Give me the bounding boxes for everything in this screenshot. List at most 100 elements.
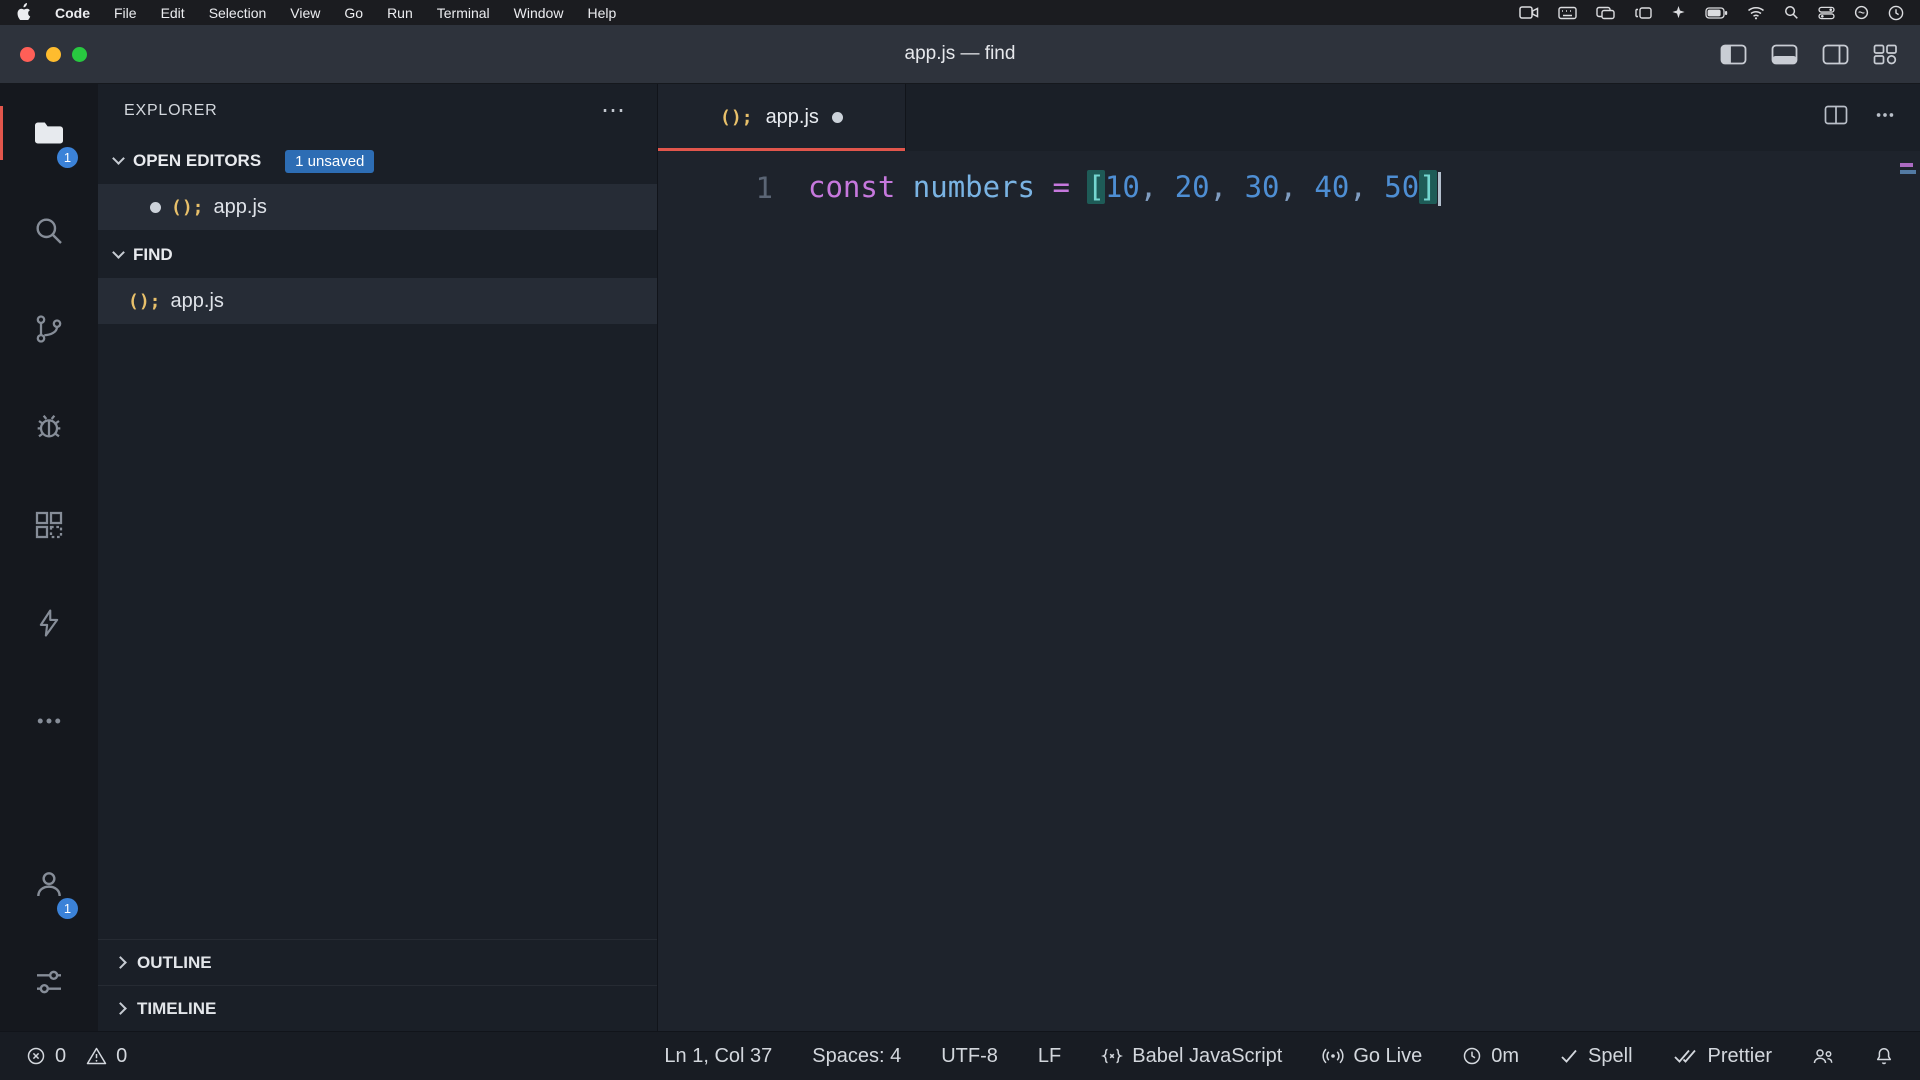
- toggle-primary-sidebar-icon[interactable]: [1720, 44, 1747, 65]
- menu-item-file[interactable]: File: [114, 5, 137, 21]
- people-icon: [1812, 1046, 1834, 1066]
- minimize-window-button[interactable]: [46, 47, 61, 62]
- time-tracker-indicator[interactable]: 0m: [1462, 1045, 1519, 1068]
- wifi-icon[interactable]: [1747, 6, 1765, 20]
- language-mode-indicator[interactable]: Babel JavaScript: [1101, 1045, 1282, 1068]
- minimap[interactable]: [1894, 151, 1920, 1031]
- code-editor[interactable]: 1 const numbers = [10, 20, 30, 40, 50]: [658, 151, 1920, 1031]
- javascript-file-icon: ();: [720, 107, 753, 128]
- encoding-indicator[interactable]: UTF-8: [941, 1045, 998, 1068]
- problems-warnings-indicator[interactable]: 0: [86, 1045, 127, 1068]
- cursor-position-indicator[interactable]: Ln 1, Col 37: [664, 1045, 772, 1068]
- activity-accounts-button[interactable]: 1: [0, 835, 98, 933]
- open-editor-item-appjs[interactable]: (); app.js: [98, 184, 657, 230]
- keyboard-icon[interactable]: [1558, 6, 1577, 20]
- timeline-section-header[interactable]: TIMELINE: [98, 985, 657, 1031]
- main-area: 1 1: [0, 84, 1920, 1031]
- clock-icon[interactable]: [1888, 5, 1904, 21]
- eol-indicator[interactable]: LF: [1038, 1045, 1061, 1068]
- minimap-code-mark: [1900, 170, 1916, 174]
- spell-checker-indicator[interactable]: Spell: [1559, 1045, 1632, 1068]
- file-tree-file-name: app.js: [171, 290, 224, 313]
- tab-file-name: app.js: [766, 106, 819, 129]
- file-tree-item-appjs[interactable]: (); app.js: [98, 278, 657, 324]
- search-icon: [33, 215, 65, 247]
- toggle-secondary-sidebar-icon[interactable]: [1822, 44, 1849, 65]
- open-editor-file-name: app.js: [214, 196, 267, 219]
- menu-item-help[interactable]: Help: [587, 5, 616, 21]
- ai-sparkle-icon[interactable]: [1671, 5, 1686, 20]
- language-label: Babel JavaScript: [1132, 1045, 1282, 1068]
- bug-icon: [33, 411, 65, 443]
- toggle-panel-icon[interactable]: [1771, 44, 1798, 65]
- window-title: app.js — find: [0, 43, 1920, 65]
- editor-group: (); app.js 1 const numbers = [10, 20, 30…: [658, 84, 1920, 1031]
- outline-label: OUTLINE: [137, 953, 212, 973]
- notifications-button[interactable]: [1874, 1046, 1894, 1066]
- find-folder-section-header[interactable]: FIND: [98, 232, 657, 278]
- modified-dot-icon[interactable]: [150, 202, 161, 213]
- activity-more-button[interactable]: [0, 672, 98, 770]
- outline-section-header[interactable]: OUTLINE: [98, 939, 657, 985]
- source-control-icon: [33, 313, 65, 345]
- extensions-icon: [33, 509, 65, 541]
- activity-search-button[interactable]: [0, 182, 98, 280]
- code-line-1: 1 const numbers = [10, 20, 30, 40, 50]: [658, 163, 1920, 212]
- close-window-button[interactable]: [20, 47, 35, 62]
- tab-modified-dot-icon[interactable]: [832, 112, 843, 123]
- siri-icon[interactable]: [1854, 5, 1869, 20]
- minimap-code-mark: [1900, 163, 1913, 167]
- apple-logo-icon[interactable]: [16, 2, 31, 23]
- line-number-gutter[interactable]: 1: [658, 171, 773, 205]
- activity-thunder-client-button[interactable]: [0, 574, 98, 672]
- screen-record-icon[interactable]: [1519, 5, 1539, 20]
- battery-icon[interactable]: [1705, 7, 1728, 19]
- chevron-down-icon: [112, 152, 125, 165]
- code-text[interactable]: const numbers = [10, 20, 30, 40, 50]: [808, 170, 1441, 206]
- settings-sliders-icon: [33, 966, 65, 998]
- menu-item-run[interactable]: Run: [387, 5, 413, 21]
- go-live-button[interactable]: Go Live: [1322, 1045, 1422, 1068]
- sidebar-title: EXPLORER: [124, 102, 218, 120]
- prettier-indicator[interactable]: Prettier: [1673, 1045, 1772, 1068]
- menu-item-code[interactable]: Code: [55, 5, 90, 21]
- warning-icon: [86, 1046, 107, 1066]
- menu-item-view[interactable]: View: [290, 5, 320, 21]
- stage-manager-icon[interactable]: [1634, 6, 1652, 20]
- activity-settings-button[interactable]: [0, 933, 98, 1031]
- problems-errors-indicator[interactable]: 0: [26, 1045, 66, 1068]
- editor-more-actions-icon[interactable]: [1874, 105, 1896, 130]
- display-mirror-icon[interactable]: [1596, 6, 1615, 20]
- find-folder-label: FIND: [133, 245, 173, 265]
- zoom-window-button[interactable]: [72, 47, 87, 62]
- open-editors-section-header[interactable]: OPEN EDITORS 1 unsaved: [98, 138, 657, 184]
- macos-menu-bar: Code File Edit Selection View Go Run Ter…: [0, 0, 1920, 25]
- account-badge: 1: [57, 898, 78, 919]
- tab-appjs[interactable]: (); app.js: [658, 84, 906, 151]
- menu-item-edit[interactable]: Edit: [161, 5, 185, 21]
- sidebar-more-actions-icon[interactable]: ⋯: [601, 106, 627, 116]
- chevron-down-icon: [112, 246, 125, 259]
- editor-tab-bar: (); app.js: [658, 84, 1920, 151]
- split-editor-icon[interactable]: [1824, 105, 1848, 130]
- indentation-indicator[interactable]: Spaces: 4: [812, 1045, 901, 1068]
- control-center-icon[interactable]: [1818, 6, 1835, 20]
- warning-count: 0: [116, 1045, 127, 1068]
- menu-item-selection[interactable]: Selection: [209, 5, 267, 21]
- customize-layout-icon[interactable]: [1873, 44, 1898, 65]
- error-count: 0: [55, 1045, 66, 1068]
- activity-source-control-button[interactable]: [0, 280, 98, 378]
- menu-item-window[interactable]: Window: [514, 5, 564, 21]
- menu-item-go[interactable]: Go: [344, 5, 363, 21]
- live-share-button[interactable]: [1812, 1046, 1834, 1066]
- account-icon: [33, 868, 65, 900]
- clock-icon: [1462, 1046, 1482, 1066]
- menu-item-terminal[interactable]: Terminal: [437, 5, 490, 21]
- activity-explorer-button[interactable]: 1: [0, 84, 98, 182]
- window-title-bar: app.js — find: [0, 25, 1920, 84]
- activity-run-debug-button[interactable]: [0, 378, 98, 476]
- spotlight-search-icon[interactable]: [1784, 5, 1799, 20]
- check-icon: [1559, 1046, 1579, 1066]
- status-bar: 0 0 Ln 1, Col 37 Spaces: 4 UTF-8 LF Babe…: [0, 1031, 1920, 1080]
- activity-extensions-button[interactable]: [0, 476, 98, 574]
